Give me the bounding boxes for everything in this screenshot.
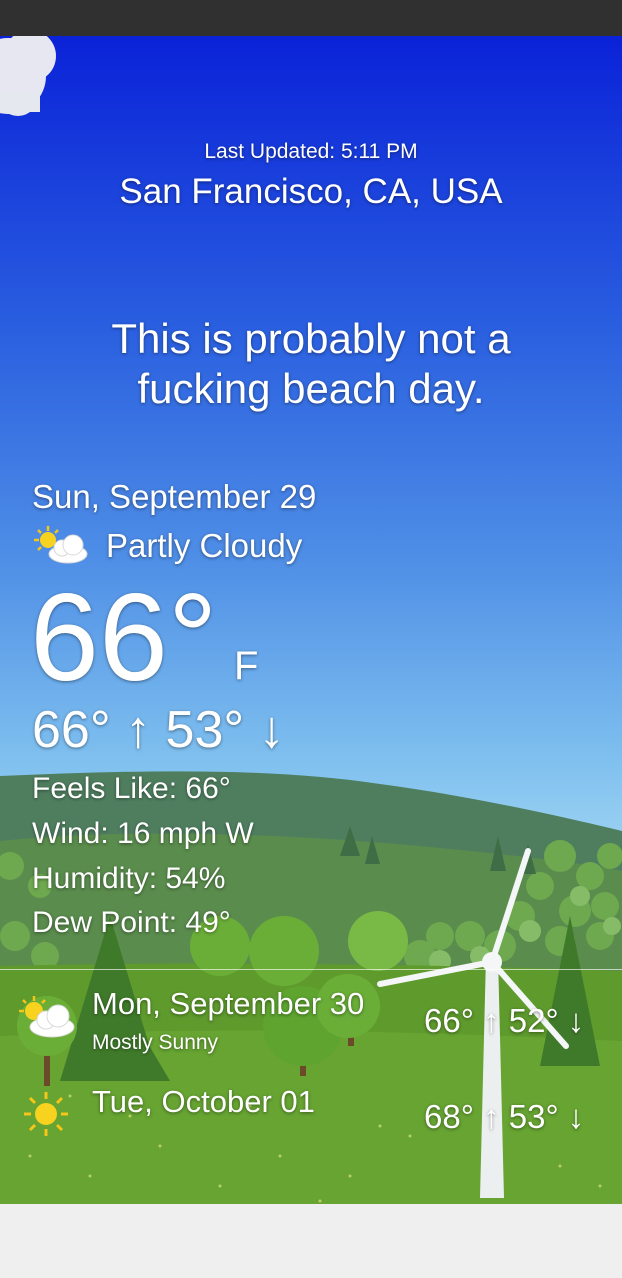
status-bar xyxy=(0,0,622,36)
sunny-icon xyxy=(24,1092,68,1136)
cloud-icon xyxy=(0,36,56,116)
wind: Wind: 16 mph W xyxy=(32,817,254,850)
partly-cloudy-icon xyxy=(34,526,88,564)
navigation-bar xyxy=(0,1204,622,1278)
feels-like: Feels Like: 66° xyxy=(32,772,231,805)
forecast-divider xyxy=(0,969,622,970)
last-updated-label: Last Updated: 5:11 PM xyxy=(204,140,418,163)
current-hi-lo: 66° ↑ 53° ↓ xyxy=(32,701,285,759)
weather-scene: Last Updated: 5:11 PM San Francisco, CA,… xyxy=(0,36,622,1204)
forecast-day: Mon, September 30 xyxy=(92,986,365,1021)
forecast-hi-lo: 66° ↑ 52° ↓ xyxy=(424,1002,585,1039)
forecast-condition: Mostly Sunny xyxy=(92,1031,219,1054)
temperature-unit[interactable]: F xyxy=(234,644,258,689)
current-date: Sun, September 29 xyxy=(32,478,317,515)
humidity: Humidity: 54% xyxy=(32,862,226,895)
forecast-hi-lo: 68° ↑ 53° ↓ xyxy=(424,1098,585,1135)
dew-point: Dew Point: 49° xyxy=(32,906,231,939)
forecast-day: Tue, October 01 xyxy=(92,1084,315,1119)
weather-quip: This is probably not a fucking beach day… xyxy=(111,315,511,412)
current-condition: Partly Cloudy xyxy=(106,527,303,564)
location-title[interactable]: San Francisco, CA, USA xyxy=(0,172,622,212)
current-temperature: 66° xyxy=(30,569,218,707)
mostly-sunny-icon xyxy=(19,996,75,1038)
